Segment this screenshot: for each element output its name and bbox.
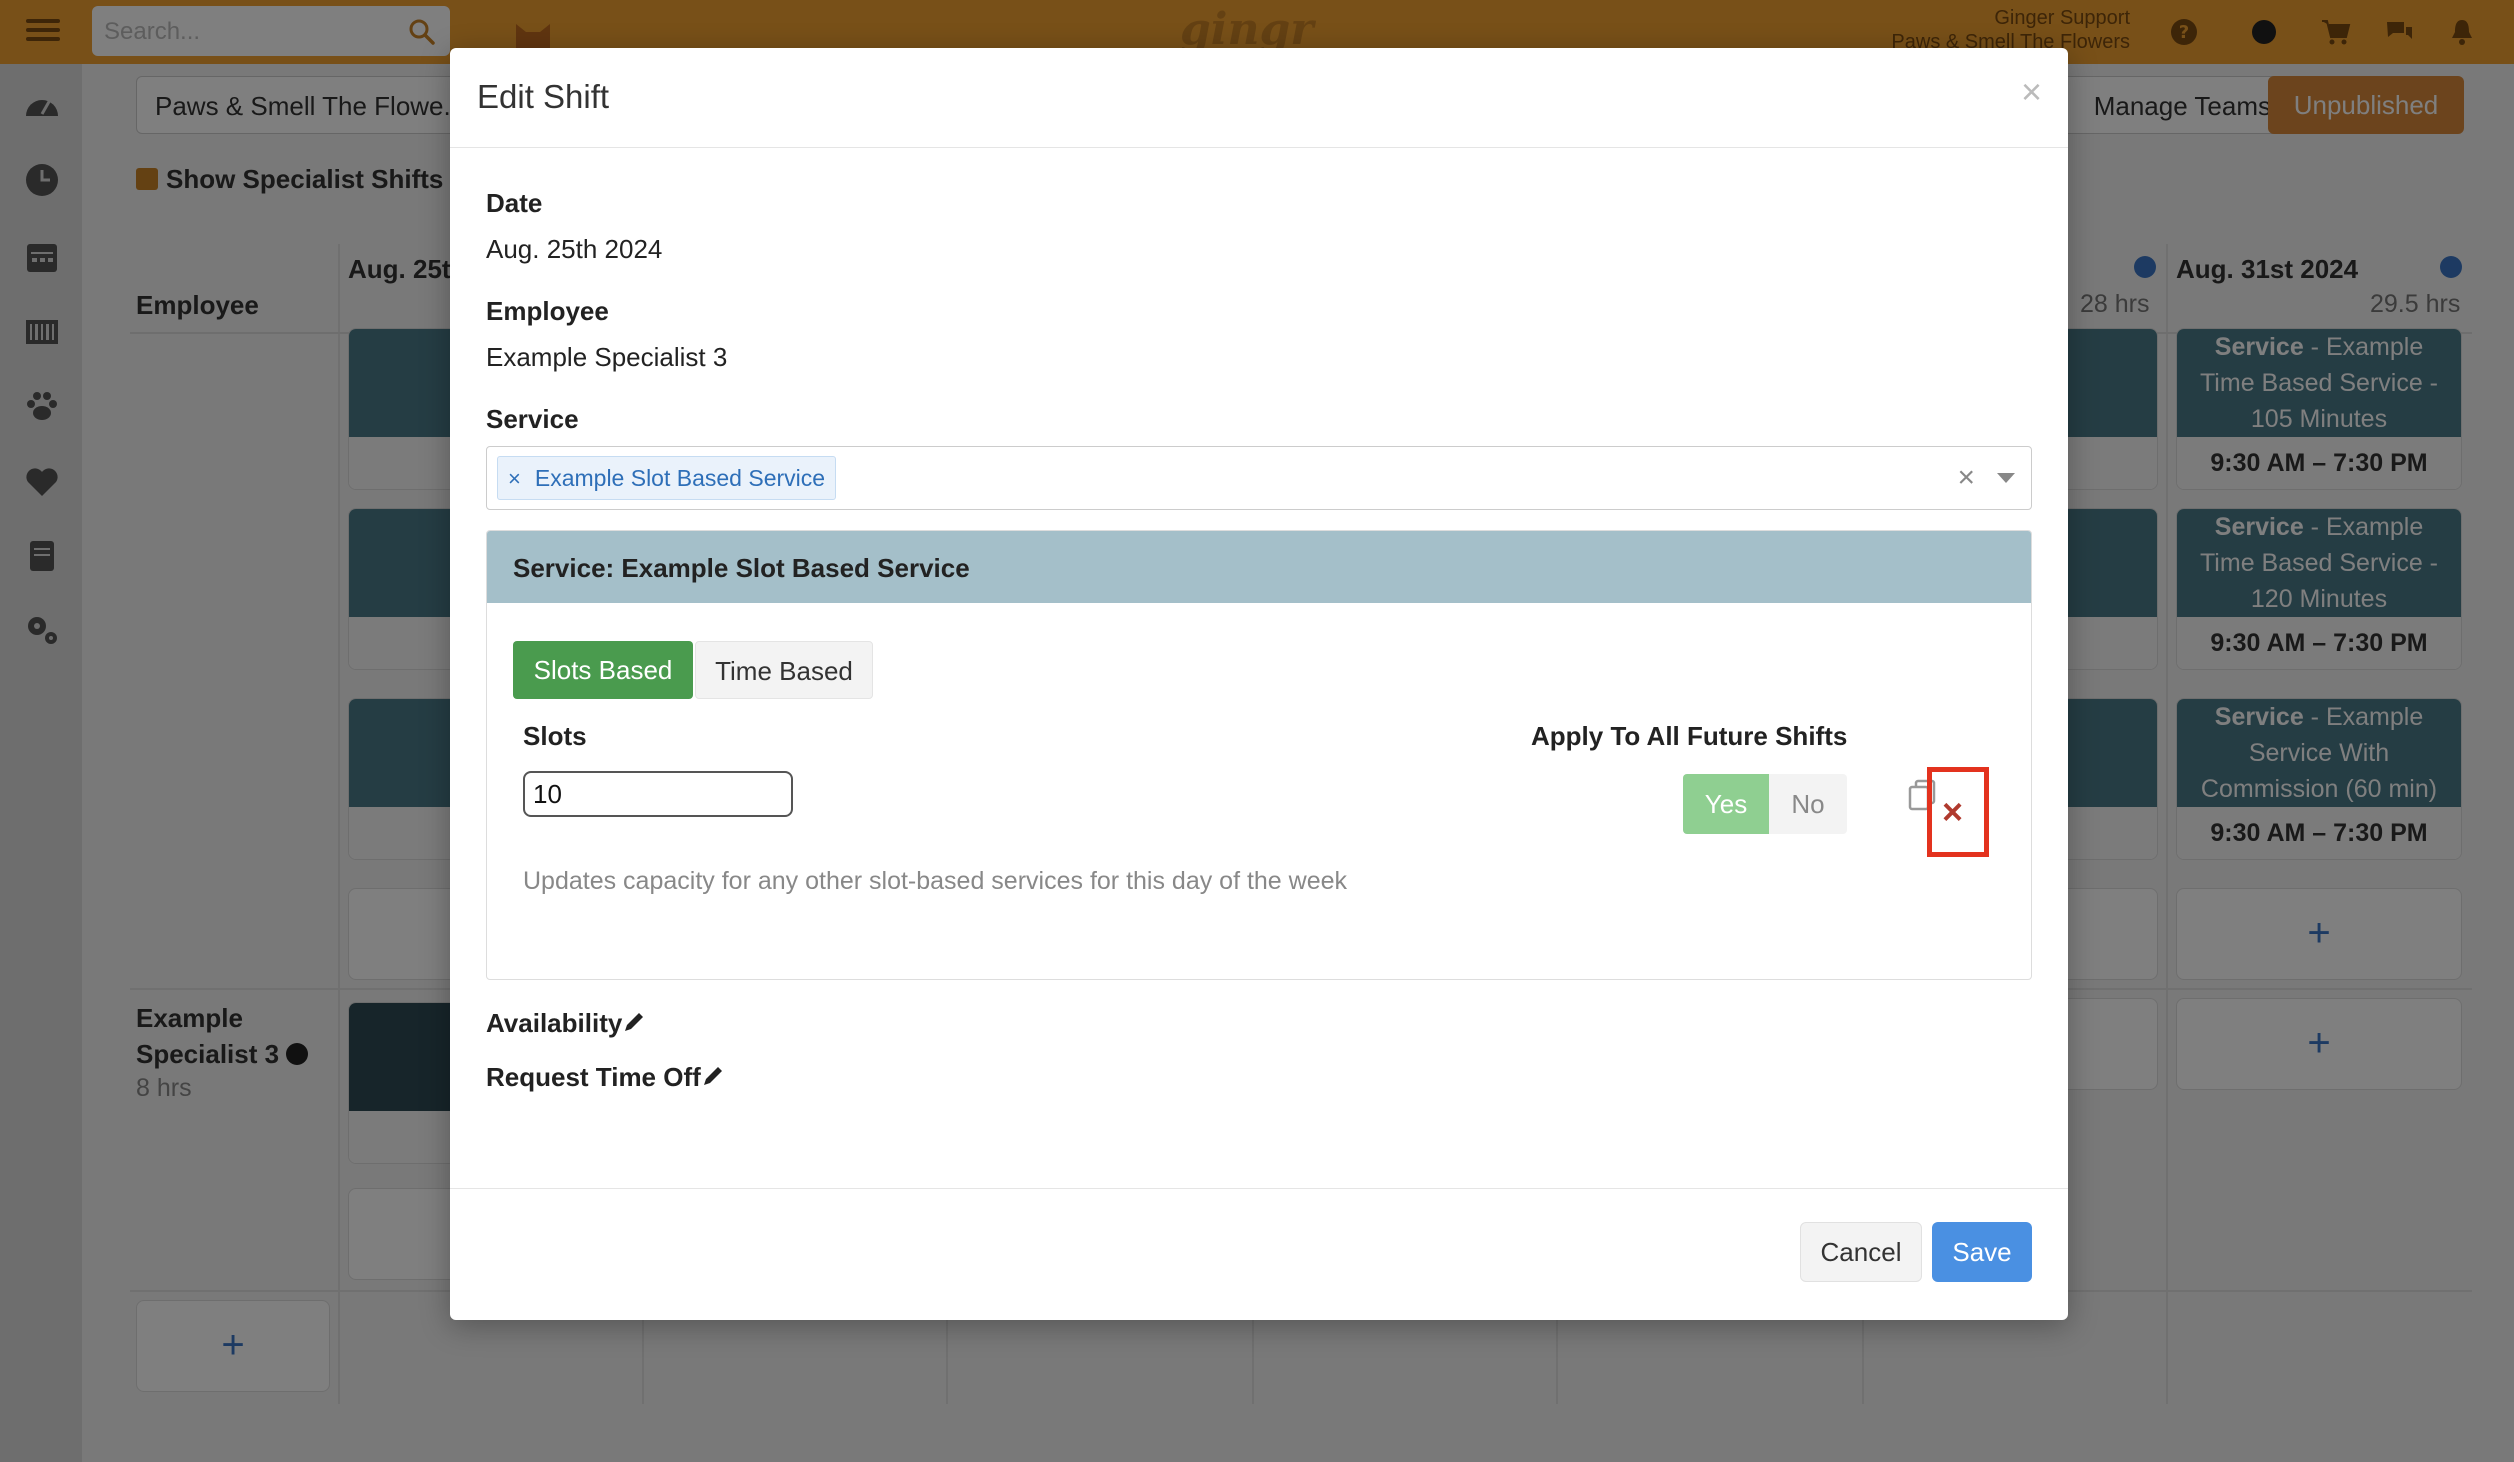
service-label: Service bbox=[486, 404, 579, 434]
service-panel-title: Service: Example Slot Based Service bbox=[513, 553, 970, 583]
save-button[interactable]: Save bbox=[1932, 1222, 2032, 1282]
modal-title: Edit Shift bbox=[477, 78, 610, 115]
chevron-down-icon[interactable] bbox=[1997, 473, 2015, 483]
slots-hint: Updates capacity for any other slot-base… bbox=[523, 867, 1348, 895]
clear-selection-icon[interactable]: × bbox=[1957, 461, 1975, 495]
apply-future-label: Apply To All Future Shifts bbox=[1531, 721, 1848, 751]
cancel-button[interactable]: Cancel bbox=[1800, 1222, 1922, 1282]
employee-label: Employee bbox=[486, 296, 609, 326]
service-tag: × Example Slot Based Service bbox=[497, 456, 837, 500]
availability-label: Availability bbox=[486, 1008, 623, 1038]
request-time-off-label: Request Time Off bbox=[486, 1062, 701, 1092]
slots-label: Slots bbox=[523, 721, 587, 751]
modal-footer-divider bbox=[450, 1188, 2068, 1189]
modal-header: Edit Shift × bbox=[450, 48, 2068, 148]
apply-no-button[interactable]: No bbox=[1769, 774, 1847, 834]
service-panel: Service: Example Slot Based Service Slot… bbox=[486, 530, 2032, 980]
remove-service-highlight: × bbox=[1927, 767, 1989, 857]
pencil-icon bbox=[703, 1067, 722, 1085]
slots-based-button[interactable]: Slots Based bbox=[513, 641, 693, 699]
service-select[interactable]: × Example Slot Based Service × bbox=[486, 446, 2032, 510]
time-based-button[interactable]: Time Based bbox=[695, 641, 873, 699]
tag-remove-icon[interactable]: × bbox=[508, 466, 521, 491]
request-time-off-link[interactable]: Request Time Off bbox=[486, 1062, 725, 1093]
apply-yes-button[interactable]: Yes bbox=[1683, 774, 1769, 834]
employee-value: Example Specialist 3 bbox=[486, 342, 728, 372]
availability-link[interactable]: Availability bbox=[486, 1008, 646, 1039]
edit-shift-modal: Edit Shift × Date Aug. 25th 2024 Employe… bbox=[450, 48, 2068, 1320]
service-panel-header: Service: Example Slot Based Service bbox=[487, 531, 2031, 603]
slots-input[interactable] bbox=[523, 771, 793, 817]
date-label: Date bbox=[486, 188, 543, 218]
service-tag-label: Example Slot Based Service bbox=[534, 465, 826, 491]
close-icon[interactable]: × bbox=[2021, 72, 2042, 112]
date-value: Aug. 25th 2024 bbox=[486, 234, 663, 264]
pencil-icon bbox=[625, 1013, 644, 1031]
remove-service-icon[interactable]: × bbox=[1942, 792, 1963, 832]
